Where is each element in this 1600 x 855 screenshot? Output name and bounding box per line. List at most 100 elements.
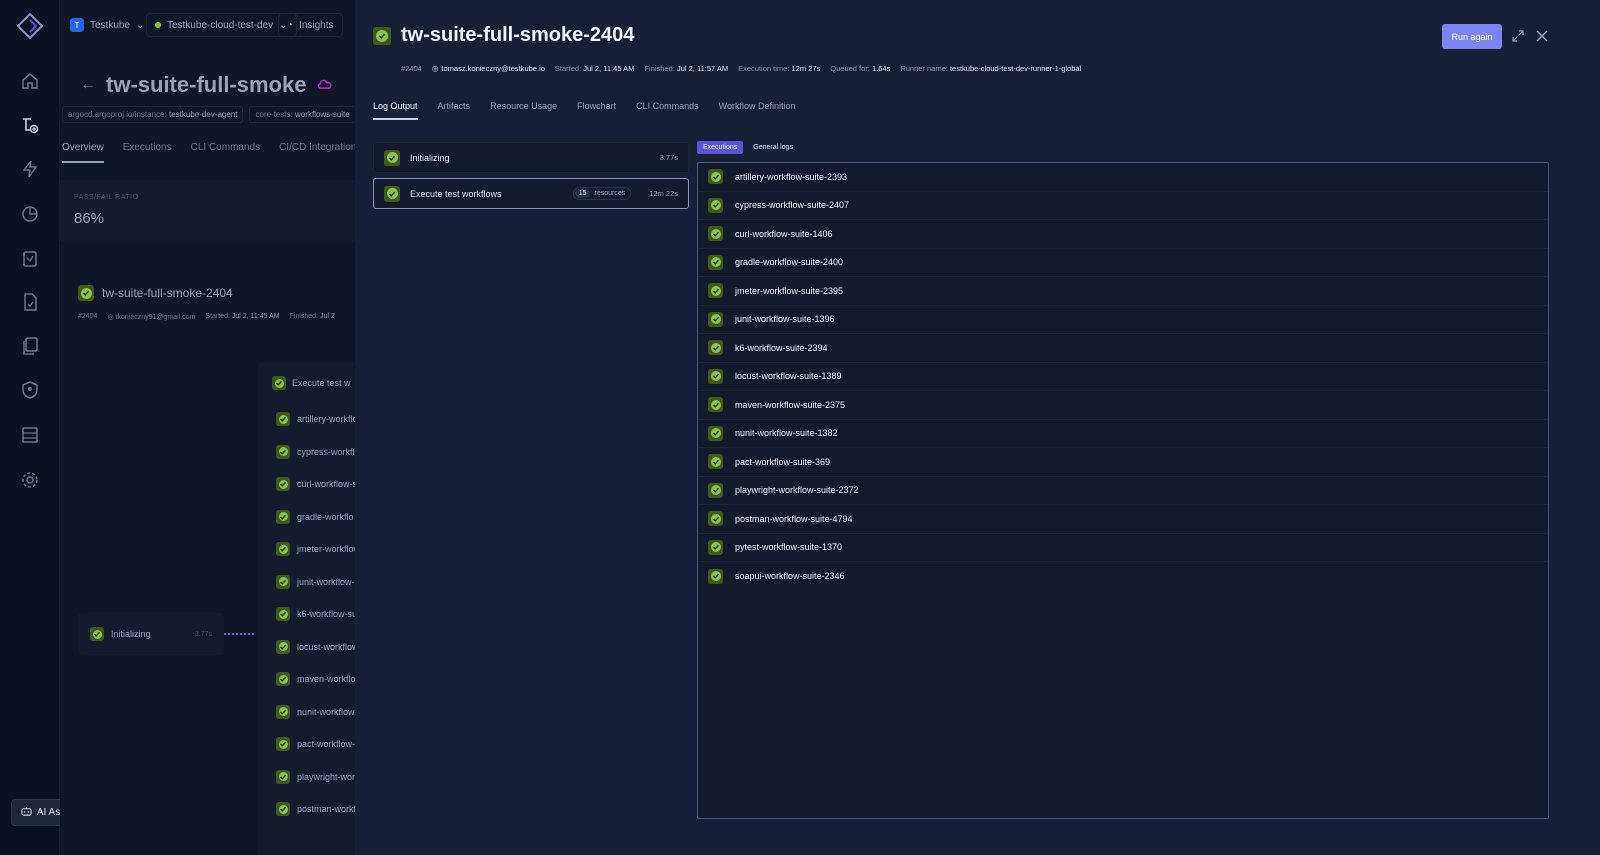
label-tag: argocd.argoproj.io/instance: testkube-de…: [62, 106, 244, 123]
test-workflows-icon[interactable]: [21, 116, 39, 134]
log-tabs: Executions General logs: [697, 141, 799, 154]
step-execute-test-workflows[interactable]: Execute test workflows 15 resources 12m …: [373, 178, 689, 209]
list-item[interactable]: pact-workflow-suite-369: [698, 448, 1548, 477]
tab-log-output[interactable]: Log Output: [373, 101, 418, 120]
flowchart-init-step: Initializing 3.77s: [78, 613, 224, 655]
close-icon[interactable]: [1535, 29, 1549, 43]
flowchart-item[interactable]: maven-workflo: [276, 672, 356, 686]
success-icon: [708, 254, 723, 270]
tab-flowchart[interactable]: Flowchart: [577, 101, 616, 120]
flowchart-item[interactable]: k6-workflow-su: [276, 607, 357, 621]
analytics-icon[interactable]: [21, 205, 39, 223]
expand-icon[interactable]: [1511, 29, 1525, 43]
list-item[interactable]: postman-workflow-suite-4794: [698, 505, 1548, 534]
user-icon: ◎: [431, 64, 439, 73]
environment-selector[interactable]: Testkube-cloud-test-dev ⌄: [146, 13, 297, 37]
list-item[interactable]: junit-workflow-suite-1396: [698, 306, 1548, 334]
flowchart-item[interactable]: jmeter-workflow: [276, 542, 360, 556]
environment-label: Testkube-cloud-test-dev: [167, 19, 274, 31]
success-icon: [78, 285, 94, 301]
org-selector[interactable]: T Testkube ⌄: [62, 13, 152, 37]
list-item[interactable]: k6-workflow-suite-2394: [698, 334, 1548, 363]
execution-time-meta: Execution time: 12m 27s: [738, 64, 820, 73]
tab-ci-cd-integration[interactable]: CI/CD Integration: [279, 142, 356, 163]
flowchart-item[interactable]: postman-workf: [276, 802, 356, 816]
run-again-button[interactable]: Run again: [1442, 24, 1502, 49]
label-tag: core-tests: workflows-suite: [249, 106, 356, 123]
insights-button[interactable]: ◔ Insights: [278, 13, 343, 37]
step-initializing[interactable]: Initializing 3.77s: [373, 142, 689, 173]
flowchart-item-label: curl-workflow-s: [297, 479, 358, 489]
list-item[interactable]: playwright-workflow-suite-2372: [698, 477, 1548, 505]
queued-label: Queued for:: [830, 64, 870, 73]
execution-name: junit-workflow-suite-1396: [735, 314, 835, 325]
execution-name: soapui-workflow-suite-2346: [735, 571, 845, 582]
card-label: PASS/FAIL RATIO: [74, 194, 139, 201]
tab-cli-commands[interactable]: CLI Commands: [191, 142, 260, 163]
card-value: 86%: [74, 210, 105, 227]
tab-artifacts[interactable]: Artifacts: [438, 101, 471, 120]
workflow-title: tw-suite-full-smoke: [106, 72, 307, 97]
flowchart-item[interactable]: artillery-workflo: [276, 412, 358, 426]
flowchart-item-label: pact-workflow-: [297, 739, 356, 749]
environment-status-icon: [155, 22, 161, 28]
triggers-icon[interactable]: [21, 160, 39, 178]
tab-workflow-definition[interactable]: Workflow Definition: [719, 101, 796, 120]
success-icon: [90, 627, 104, 641]
step-label: Execute test workflows: [410, 188, 502, 199]
back-arrow-icon[interactable]: ←: [80, 76, 96, 94]
list-item[interactable]: cypress-workflow-suite-2407: [698, 192, 1548, 220]
list-item[interactable]: curl-workflow-suite-1406: [698, 220, 1548, 249]
finished-label: Finished:: [644, 64, 675, 73]
execution-user: ◎ tkonieczny91@gmail.com: [107, 314, 196, 321]
copy-icon[interactable]: [21, 337, 39, 355]
flowchart-item[interactable]: curl-workflow-s: [276, 477, 357, 491]
success-icon: [276, 737, 290, 751]
flowchart-item[interactable]: playwright-work: [276, 769, 360, 784]
drawer-tabs: Log Output Artifacts Resource Usage Flowcha…: [373, 101, 796, 120]
flowchart-item-label: gradle-workflo: [297, 511, 354, 522]
list-item[interactable]: maven-workflow-suite-2375: [698, 391, 1548, 420]
list-item[interactable]: pytest-workflow-suite-1370: [698, 534, 1548, 562]
execution-name: maven-workflow-suite-2375: [735, 399, 846, 410]
tab-overview[interactable]: Overview: [62, 142, 104, 163]
clipboard-icon[interactable]: [21, 249, 39, 267]
flowchart-item[interactable]: nunit-workflow-: [276, 704, 358, 719]
list-item[interactable]: locust-workflow-suite-1389: [698, 363, 1548, 391]
label-tag-value: workflows-suite: [295, 110, 350, 119]
success-icon: [276, 672, 290, 686]
list-icon[interactable]: [21, 426, 39, 444]
success-icon: [276, 574, 290, 589]
resources-badge: 15 resources: [572, 187, 632, 200]
flowchart-item[interactable]: pact-workflow-: [276, 737, 355, 751]
group-header: Execute test w: [272, 376, 351, 390]
success-icon: [708, 454, 723, 470]
flowchart-item[interactable]: gradle-workflo: [276, 509, 354, 524]
tab-executions[interactable]: Executions: [123, 142, 172, 163]
flowchart-item[interactable]: locust-workflow: [276, 639, 359, 654]
tab-cli-commands[interactable]: CLI Commands: [636, 101, 699, 120]
flowchart-item[interactable]: junit-workflow-: [276, 574, 355, 589]
executions-list: artillery-workflow-suite-2393 cypress-wor…: [697, 162, 1549, 819]
app-root: AI Assistant T Testkube ⌄ Testkube-cloud…: [0, 0, 1600, 855]
flowchart-item-label: k6-workflow-su: [297, 609, 358, 619]
execution-name: postman-workflow-suite-4794: [735, 513, 853, 524]
flowchart-item[interactable]: cypress-workflo: [276, 444, 360, 459]
test-file-icon[interactable]: [21, 293, 39, 311]
home-icon[interactable]: [21, 72, 39, 90]
init-step-label: Initializing: [111, 629, 151, 639]
list-item[interactable]: nunit-workflow-suite-1382: [698, 420, 1548, 448]
shield-icon[interactable]: [21, 381, 39, 399]
success-icon: [708, 169, 723, 185]
logo-icon[interactable]: [16, 12, 44, 40]
tab-resource-usage[interactable]: Resource Usage: [490, 101, 557, 120]
settings-icon[interactable]: [21, 471, 39, 489]
tab-general-logs[interactable]: General logs: [747, 141, 799, 154]
runner-label: Runner name:: [900, 64, 948, 73]
list-item[interactable]: artillery-workflow-suite-2393: [698, 163, 1548, 192]
list-item[interactable]: soapui-workflow-suite-2346: [698, 562, 1548, 591]
list-item[interactable]: gradle-workflow-suite-2400: [698, 249, 1548, 277]
tab-executions[interactable]: Executions: [697, 141, 744, 154]
list-item[interactable]: jmeter-workflow-suite-2395: [698, 277, 1548, 306]
queued-meta: Queued for: 1.64s: [830, 64, 890, 73]
